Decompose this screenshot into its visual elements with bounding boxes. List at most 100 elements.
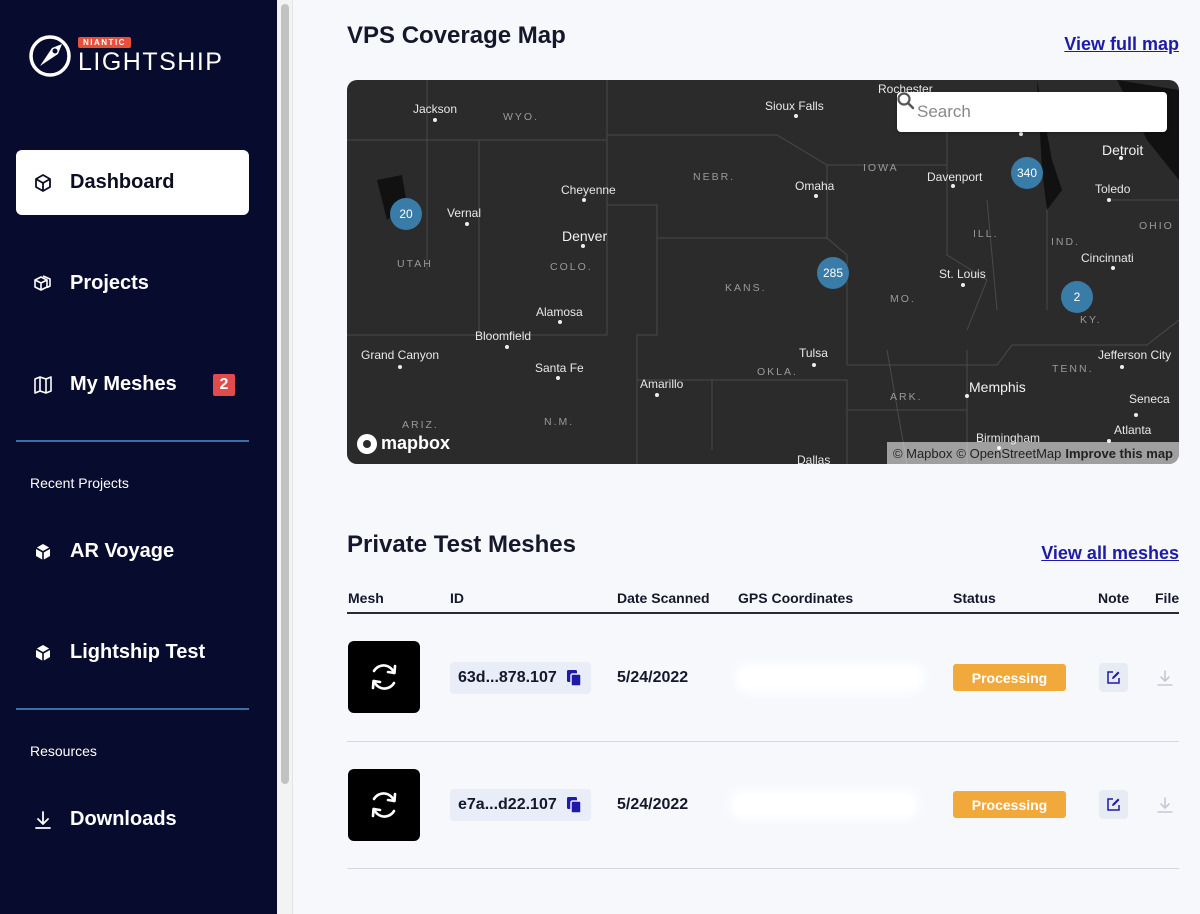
view-full-map-link[interactable]: View full map bbox=[1064, 34, 1179, 55]
map-state-label: UTAH bbox=[397, 258, 433, 270]
status-badge: Processing bbox=[953, 664, 1066, 691]
map-cluster-marker[interactable]: 285 bbox=[817, 257, 849, 289]
sidebar-item-dashboard[interactable]: Dashboard bbox=[16, 150, 249, 215]
mesh-thumbnail[interactable] bbox=[348, 769, 420, 841]
mapbox-logo[interactable]: mapbox bbox=[357, 433, 450, 454]
map-state-label: OHIO bbox=[1139, 220, 1174, 232]
map-city-label: Vernal bbox=[447, 206, 482, 220]
map-cluster-marker[interactable]: 2 bbox=[1061, 281, 1093, 313]
edit-note-button[interactable] bbox=[1099, 663, 1128, 692]
download-file-button[interactable] bbox=[1153, 793, 1177, 817]
cubes-icon bbox=[32, 273, 54, 295]
sidebar-item-downloads[interactable]: Downloads bbox=[16, 787, 249, 852]
map-city-dot bbox=[1120, 365, 1124, 369]
improve-map-link[interactable]: Improve this map bbox=[1065, 446, 1173, 461]
map-state-label: MO. bbox=[890, 293, 916, 305]
view-all-meshes-link[interactable]: View all meshes bbox=[1041, 543, 1179, 564]
map-city-dot bbox=[465, 222, 469, 226]
map-city-dot bbox=[655, 393, 659, 397]
mesh-id: e7a...d22.107 bbox=[458, 796, 557, 813]
map-state-label: N.M. bbox=[544, 416, 575, 428]
date-scanned: 5/24/2022 bbox=[617, 796, 689, 813]
meshes-count-badge: 2 bbox=[213, 373, 235, 396]
sidebar-divider bbox=[16, 440, 249, 442]
map-city-label: Bloomfield bbox=[475, 329, 532, 343]
mapbox-logo-icon bbox=[357, 433, 377, 454]
map-city-label: Davenport bbox=[927, 170, 983, 184]
sidebar-item-projects[interactable]: Projects bbox=[16, 251, 249, 316]
map-cluster-marker[interactable]: 340 bbox=[1011, 157, 1043, 189]
map-city-dot bbox=[951, 184, 955, 188]
map-city-label: Dallas bbox=[797, 453, 831, 464]
map-city-label: Grand Canyon bbox=[361, 348, 440, 362]
mesh-thumbnail[interactable] bbox=[348, 641, 420, 713]
logo-badge: NIANTIC bbox=[78, 37, 131, 48]
download-icon bbox=[1157, 670, 1173, 686]
date-scanned: 5/24/2022 bbox=[617, 669, 689, 686]
main-content: VPS Coverage Map View full map WYO. NEBR… bbox=[294, 0, 1200, 914]
copy-icon[interactable] bbox=[565, 796, 583, 814]
map-cluster-marker[interactable]: 20 bbox=[390, 198, 422, 230]
project-cube-icon bbox=[32, 642, 54, 664]
sidebar-divider bbox=[16, 708, 249, 710]
map-state-label: KANS. bbox=[725, 282, 767, 294]
map-city-label: Atlanta bbox=[1114, 423, 1152, 437]
map-city-dot bbox=[581, 244, 585, 248]
sidebar-item-label: My Meshes bbox=[70, 373, 177, 395]
edit-icon bbox=[1107, 671, 1120, 684]
map-city-dot bbox=[556, 376, 560, 380]
map-city-label: Jackson bbox=[413, 102, 458, 116]
map-city-label: Denver bbox=[562, 228, 608, 244]
map-search-box[interactable] bbox=[897, 92, 1167, 132]
sidebar-item-lightship-test[interactable]: Lightship Test bbox=[16, 620, 249, 685]
map-city-label: Seneca bbox=[1129, 392, 1170, 406]
sidebar-item-my-meshes[interactable]: My Meshes 2 bbox=[16, 352, 249, 417]
column-header-id: ID bbox=[450, 590, 464, 606]
search-icon bbox=[897, 92, 915, 110]
map-city-dot bbox=[398, 365, 402, 369]
mesh-id-chip: 63d...878.107 bbox=[450, 662, 591, 694]
map-city-label: Memphis bbox=[969, 379, 1026, 395]
sidebar-item-label: Projects bbox=[70, 272, 149, 294]
sidebar-item-ar-voyage[interactable]: AR Voyage bbox=[16, 519, 249, 584]
map-state-label: WYO. bbox=[503, 111, 539, 123]
map-city-label: Amarillo bbox=[640, 377, 684, 391]
resources-heading: Resources bbox=[30, 743, 97, 759]
edit-note-button[interactable] bbox=[1099, 790, 1128, 819]
osm-attribution-link[interactable]: © OpenStreetMap bbox=[956, 446, 1061, 461]
table-row[interactable]: e7a...d22.107 5/24/2022 Processing bbox=[347, 742, 1179, 869]
cube-icon bbox=[32, 172, 54, 194]
map-city-label: Cincinnati bbox=[1081, 251, 1134, 265]
map-city-dot bbox=[1134, 413, 1138, 417]
gps-coordinates-redacted bbox=[729, 790, 919, 820]
map-boundaries bbox=[347, 80, 1179, 464]
meshes-table-header: Mesh ID Date Scanned GPS Coordinates Sta… bbox=[347, 586, 1179, 614]
map-city-dot bbox=[794, 114, 798, 118]
map-city-label: Santa Fe bbox=[535, 361, 584, 375]
scrollbar-thumb[interactable] bbox=[281, 4, 289, 784]
lightship-logo[interactable]: NIANTIC LIGHTSHIP bbox=[28, 32, 223, 80]
status-badge: Processing bbox=[953, 791, 1066, 818]
map-state-label: KY. bbox=[1080, 314, 1102, 326]
column-header-gps: GPS Coordinates bbox=[738, 590, 854, 606]
map-city-dot bbox=[961, 283, 965, 287]
map-attribution: © Mapbox © OpenStreetMap Improve this ma… bbox=[886, 442, 1179, 464]
map-city-label: Jefferson City bbox=[1098, 348, 1172, 362]
map-search-input[interactable] bbox=[917, 102, 1137, 122]
table-row[interactable]: 63d...878.107 5/24/2022 Processing bbox=[347, 615, 1179, 742]
coverage-map[interactable]: WYO. NEBR. IOWA ILL. IND. OHIO UTAH COLO… bbox=[347, 80, 1179, 464]
logo-wordmark: LIGHTSHIP bbox=[78, 48, 224, 76]
download-file-button[interactable] bbox=[1153, 666, 1177, 690]
map-city-dot bbox=[1111, 266, 1115, 270]
map-state-label: COLO. bbox=[550, 261, 593, 273]
mesh-id-chip: e7a...d22.107 bbox=[450, 789, 591, 821]
map-city-dot bbox=[558, 320, 562, 324]
project-cube-icon bbox=[32, 541, 54, 563]
scrollbar[interactable] bbox=[277, 0, 293, 914]
mapbox-attribution-link[interactable]: © Mapbox bbox=[893, 446, 952, 461]
map-city-dot bbox=[1019, 132, 1023, 136]
map-state-label: OKLA. bbox=[757, 366, 798, 378]
map-city-dot bbox=[814, 194, 818, 198]
copy-icon[interactable] bbox=[565, 669, 583, 687]
map-state-label: IOWA bbox=[863, 162, 899, 174]
